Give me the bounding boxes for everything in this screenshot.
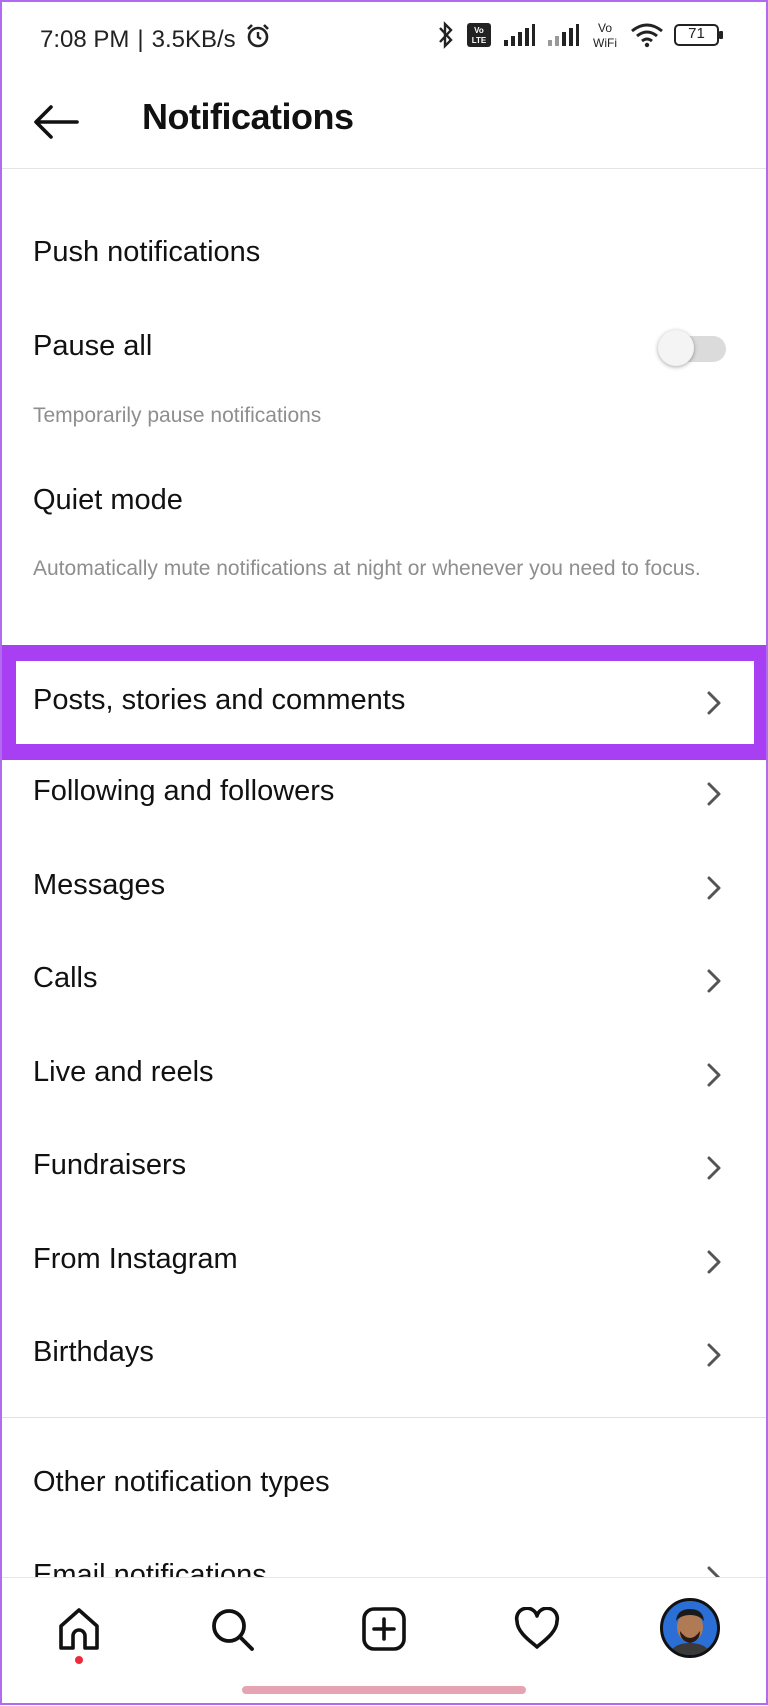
svg-text:LTE: LTE [472,36,487,45]
home-notification-dot [75,1656,83,1664]
category-label: Live and reels [33,1056,214,1088]
signal-icon [502,23,536,47]
category-label: Email notifications [33,1559,267,1579]
category-label: Following and followers [33,775,335,807]
page-title: Notifications [142,96,354,137]
home-icon [59,1608,99,1650]
activity-tab[interactable] [510,1602,564,1656]
category-label: Calls [33,962,98,994]
category-row-posts-stories-comments[interactable]: Posts, stories and comments [0,660,768,746]
chevron-right-icon [707,1063,721,1087]
battery-level: 71 [688,25,705,42]
category-row-email-notifications[interactable]: Email notifications [0,1535,768,1579]
activity-heart-icon [514,1607,560,1649]
home-tab[interactable] [52,1602,106,1656]
bluetooth-icon [436,20,456,50]
search-tab[interactable] [205,1602,259,1656]
category-label: From Instagram [33,1243,238,1275]
signal-icon [546,23,580,47]
status-right: Vo LTE Vo WiFi 71 [436,20,724,50]
quiet-mode-description: Automatically mute notifications at nigh… [33,557,701,580]
wifi-icon [630,22,664,48]
battery-icon: 71 [674,23,724,47]
svg-text:Vo: Vo [598,21,612,35]
back-arrow-icon [34,105,79,139]
svg-text:WiFi: WiFi [593,36,617,50]
category-row-following-followers[interactable]: Following and followers [0,751,768,837]
chevron-right-icon [707,1250,721,1274]
toggle-knob [658,330,694,366]
category-row-fundraisers[interactable]: Fundraisers [0,1125,768,1211]
create-icon [362,1607,406,1651]
search-icon [212,1609,254,1651]
top-app-bar: Notifications [0,76,768,169]
profile-photo [663,1601,717,1655]
home-indicator [242,1686,526,1694]
status-bar: 7:08 PM | 3.5KB/s Vo LTE Vo WiFi 71 [0,0,768,76]
vowifi-icon: Vo WiFi [590,20,620,50]
profile-avatar[interactable] [660,1598,720,1658]
pause-all-label: Pause all [33,330,153,362]
alarm-icon [244,22,272,57]
create-tab[interactable] [357,1602,411,1656]
category-label: Fundraisers [33,1149,187,1181]
svg-text:Vo: Vo [474,26,484,35]
bottom-navigation [0,1577,768,1706]
status-separator: | [137,25,144,53]
category-label: Birthdays [33,1336,154,1368]
category-row-from-instagram[interactable]: From Instagram [0,1219,768,1305]
category-row-messages[interactable]: Messages [0,845,768,931]
section-divider [0,1417,768,1418]
other-section-title: Other notification types [33,1466,330,1498]
chevron-right-icon [707,1156,721,1180]
pause-all-toggle[interactable] [656,330,728,366]
category-row-calls[interactable]: Calls [0,938,768,1024]
category-row-live-reels[interactable]: Live and reels [0,1032,768,1118]
chevron-right-icon [707,969,721,993]
chevron-right-icon [707,1343,721,1367]
chevron-right-icon [707,782,721,806]
chevron-right-icon [707,876,721,900]
quiet-mode-label[interactable]: Quiet mode [33,484,183,517]
status-left: 7:08 PM | 3.5KB/s [40,22,272,57]
status-time: 7:08 PM [40,25,130,53]
back-button[interactable] [30,96,82,148]
push-section-title: Push notifications [33,236,261,268]
category-label: Messages [33,869,166,901]
chevron-right-icon [707,691,721,715]
status-speed: 3.5KB/s [151,25,236,53]
pause-all-description: Temporarily pause notifications [33,404,322,427]
category-label: Posts, stories and comments [33,684,406,716]
category-row-birthdays[interactable]: Birthdays [0,1312,768,1398]
volte-icon: Vo LTE [466,22,492,48]
